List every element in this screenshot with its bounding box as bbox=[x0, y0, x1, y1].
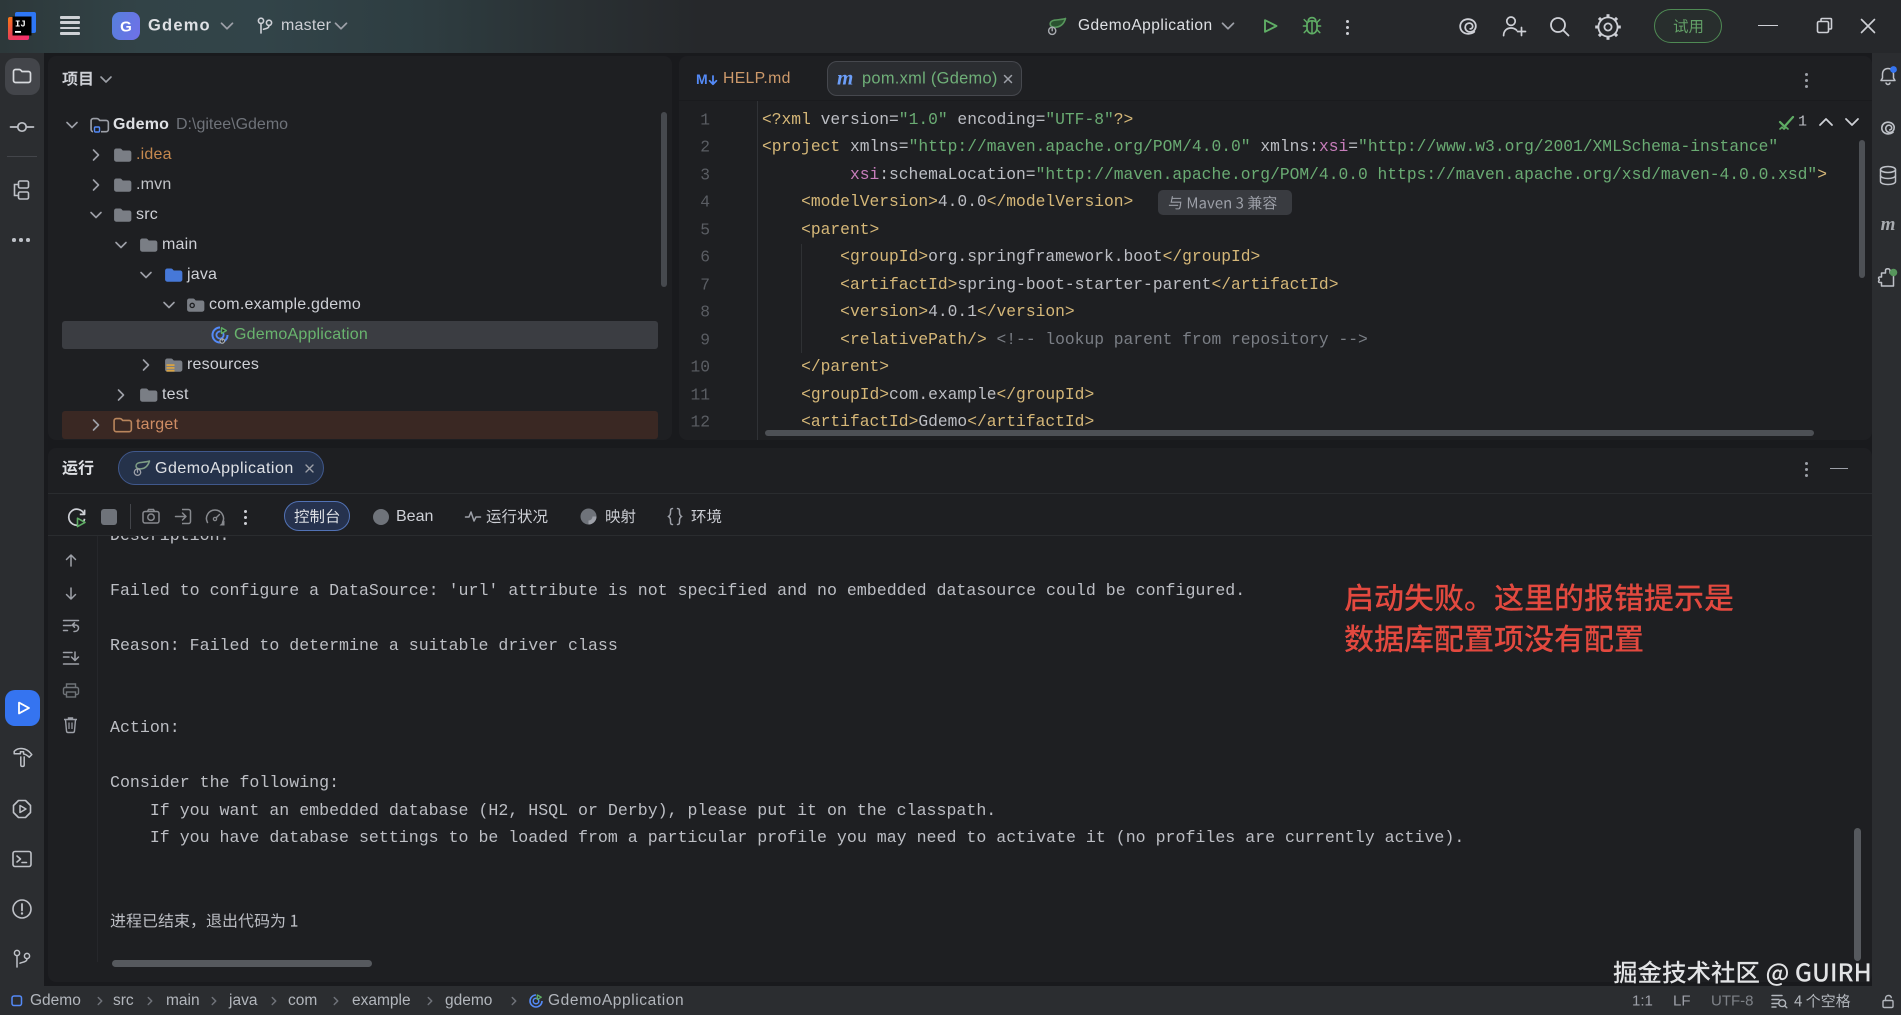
svg-text:IJ: IJ bbox=[15, 20, 26, 30]
svg-text:M: M bbox=[696, 71, 708, 87]
